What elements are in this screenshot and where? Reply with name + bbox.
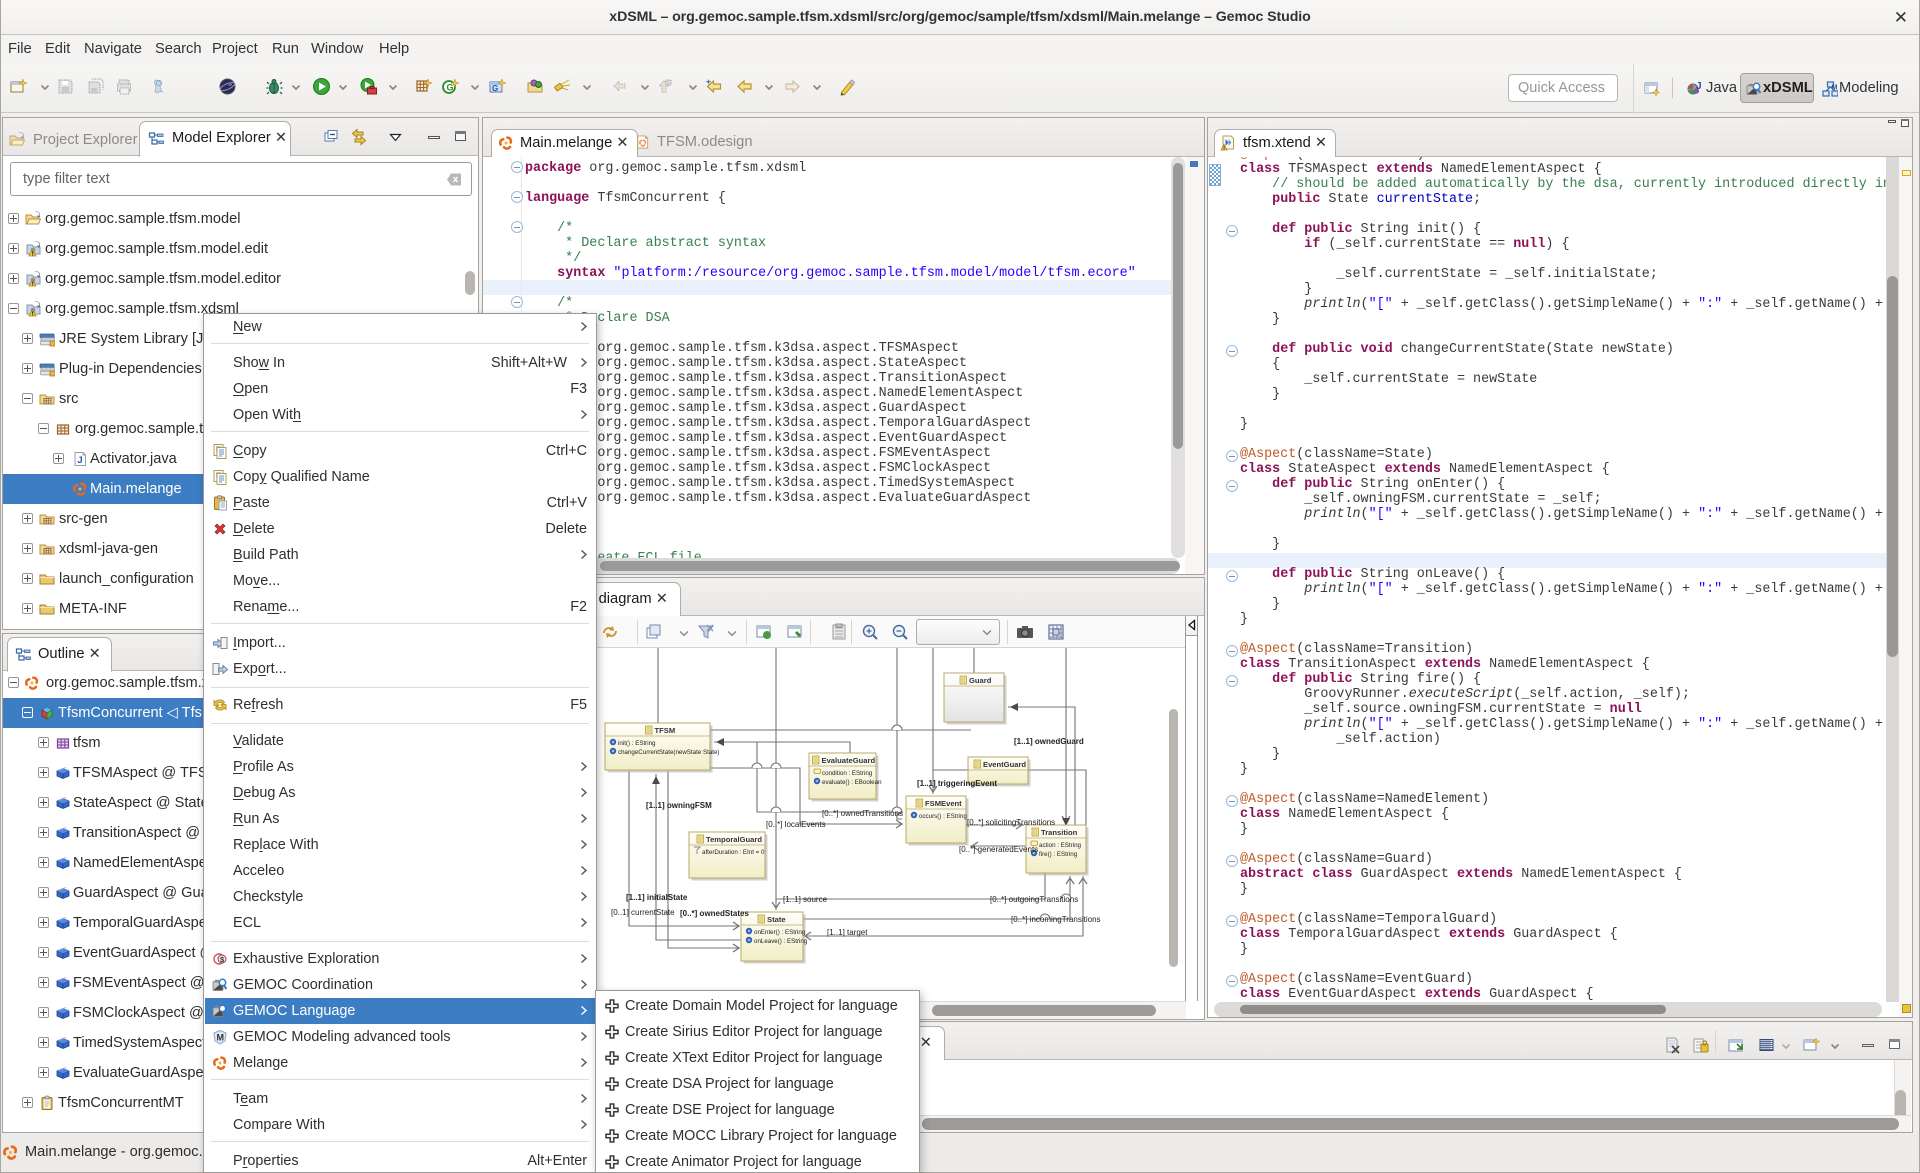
svg-text:M: M <box>1832 85 1838 92</box>
svg-text:[1..1] owningFSM: [1..1] owningFSM <box>646 801 712 810</box>
svg-text:fire() : EString: fire() : EString <box>1039 851 1078 858</box>
svg-text:[0..*] ownedTransitions: [0..*] ownedTransitions <box>822 809 903 818</box>
svg-text:Transition: Transition <box>1041 828 1078 837</box>
svg-text:G: G <box>492 84 498 93</box>
svg-text:[0..1] currentState: [0..1] currentState <box>611 908 675 917</box>
svg-text:State: State <box>767 915 786 924</box>
svg-text:init() : EString: init() : EString <box>618 740 656 747</box>
svg-text:[1..1] ownedGuard: [1..1] ownedGuard <box>1014 737 1084 746</box>
svg-text:Guard: Guard <box>969 676 992 685</box>
svg-text:afterDuration : EInt = 0: afterDuration : EInt = 0 <box>702 849 765 856</box>
svg-text:G: G <box>447 83 454 93</box>
svg-text:condition : EString: condition : EString <box>822 770 873 777</box>
svg-text:[0..*] solicitingTransitions: [0..*] solicitingTransitions <box>967 818 1055 827</box>
svg-text:FSMEvent: FSMEvent <box>925 799 962 808</box>
svg-text:TemporalGuard: TemporalGuard <box>706 835 762 844</box>
svg-text:[1..1] initialState: [1..1] initialState <box>626 893 688 902</box>
svg-text:[0..*] ownedStates: [0..*] ownedStates <box>680 909 749 918</box>
svg-text:[0..*] incomingTransitions: [0..*] incomingTransitions <box>1011 915 1101 924</box>
svg-text:EvaluateGuard: EvaluateGuard <box>822 756 876 765</box>
svg-text:[0..*] localEvents: [0..*] localEvents <box>766 820 826 829</box>
svg-text:[0..*] generatedEvents: [0..*] generatedEvents <box>959 845 1038 854</box>
svg-text:occurs() : EString: occurs() : EString <box>919 813 967 820</box>
svg-text:changeCurrentState(newState St: changeCurrentState(newState State) <box>618 749 719 756</box>
svg-text:evaluate() : EBoolean: evaluate() : EBoolean <box>822 779 882 786</box>
svg-text:TFSM: TFSM <box>655 726 676 735</box>
svg-text:J: J <box>1696 81 1702 92</box>
svg-text:EventGuard: EventGuard <box>983 760 1026 769</box>
svg-text:[0..*] outgoingTransitions: [0..*] outgoingTransitions <box>990 895 1078 904</box>
svg-text:[1..1] triggeringEvent: [1..1] triggeringEvent <box>917 779 997 788</box>
svg-text:onLeave() : EString: onLeave() : EString <box>754 938 808 945</box>
svg-text:[1..1] target: [1..1] target <box>827 928 868 937</box>
svg-text:[1..1] source: [1..1] source <box>783 895 828 904</box>
svg-text:action : EString: action : EString <box>1039 842 1082 849</box>
svg-text:onEnter() : EString: onEnter() : EString <box>754 929 806 936</box>
